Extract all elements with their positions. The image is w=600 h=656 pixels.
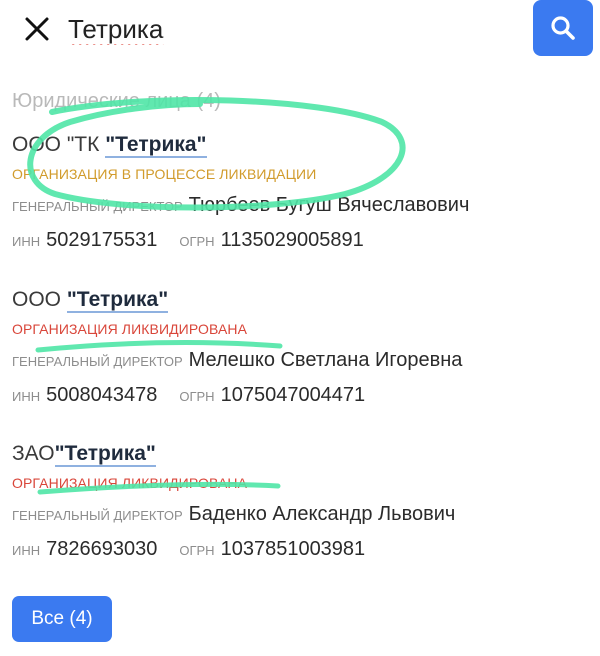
director-row: ГЕНЕРАЛЬНЫЙ ДИРЕКТОР Мелешко Светлана Иго…	[12, 349, 592, 372]
status-badge: ОРГАНИЗАЦИЯ В ПРОЦЕССЕ ЛИКВИДАЦИИ	[12, 166, 317, 182]
org-name[interactable]: ООО "Тетрика"	[12, 288, 592, 313]
director-row: ГЕНЕРАЛЬНЫЙ ДИРЕКТОР Баденко Александр Ль…	[12, 503, 592, 526]
director-row: ГЕНЕРАЛЬНЫЙ ДИРЕКТОР Тюрбеев Бугуш Вячесл…	[12, 194, 592, 217]
ogrn-value: 1037851003981	[220, 538, 366, 560]
close-button[interactable]	[22, 14, 52, 44]
search-icon	[551, 16, 575, 40]
org-name[interactable]: ООО "ТК "Тетрика"	[12, 133, 592, 158]
director-name: Баденко Александр Львович	[188, 503, 456, 525]
status-badge: ОРГАНИЗАЦИЯ ЛИКВИДИРОВАНА	[12, 321, 248, 337]
director-label: ГЕНЕРАЛЬНЫЙ ДИРЕКТОР	[12, 199, 183, 214]
org-name-link[interactable]: "Тетрика"	[105, 133, 207, 158]
org-name-link[interactable]: "Тетрика"	[54, 442, 156, 467]
status-badge: ОРГАНИЗАЦИЯ ЛИКВИДИРОВАНА	[12, 475, 248, 491]
director-label: ГЕНЕРАЛЬНЫЙ ДИРЕКТОР	[12, 354, 183, 369]
all-results-button[interactable]: Все (4)	[12, 596, 112, 642]
ids-row: ИНН 5029175531 ОГРН 1135029005891	[12, 229, 592, 252]
org-result-3[interactable]: ЗАО"Тетрика" ОРГАНИЗАЦИЯ ЛИКВИДИРОВАНА Г…	[12, 442, 592, 561]
search-bar	[0, 0, 600, 70]
ids-row: ИНН 5008043478 ОГРН 1075047004471	[12, 384, 592, 407]
org-name[interactable]: ЗАО"Тетрика"	[12, 442, 592, 467]
director-name: Мелешко Светлана Игоревна	[188, 349, 463, 371]
ids-row: ИНН 7826693030 ОГРН 1037851003981	[12, 538, 592, 561]
inn-label: ИНН	[12, 234, 41, 249]
inn-value: 7826693030	[46, 538, 158, 560]
org-result-2[interactable]: ООО "Тетрика" ОРГАНИЗАЦИЯ ЛИКВИДИРОВАНА …	[12, 288, 592, 407]
close-icon	[25, 17, 49, 41]
inn-value: 5008043478	[46, 384, 158, 406]
search-input[interactable]	[68, 12, 468, 46]
ogrn-label: ОГРН	[179, 543, 215, 558]
org-prefix: ООО	[12, 288, 67, 311]
inn-label: ИНН	[12, 543, 41, 558]
org-result-1[interactable]: ООО "ТК "Тетрика" ОРГАНИЗАЦИЯ В ПРОЦЕССЕ…	[12, 133, 592, 252]
ogrn-value: 1135029005891	[220, 229, 364, 251]
ogrn-label: ОГРН	[179, 389, 215, 404]
inn-label: ИНН	[12, 389, 41, 404]
search-button[interactable]	[533, 0, 593, 56]
ogrn-value: 1075047004471	[220, 384, 366, 406]
director-label: ГЕНЕРАЛЬНЫЙ ДИРЕКТОР	[12, 508, 183, 523]
org-name-link[interactable]: "Тетрика"	[66, 288, 169, 313]
ogrn-label: ОГРН	[179, 234, 215, 249]
org-prefix: ЗАО	[12, 442, 55, 465]
inn-value: 5029175531	[46, 229, 158, 251]
director-name: Тюрбеев Бугуш Вячеславович	[188, 194, 470, 216]
org-prefix: ООО "ТК	[12, 133, 106, 156]
section-title: Юридические лица (4)	[12, 90, 221, 112]
